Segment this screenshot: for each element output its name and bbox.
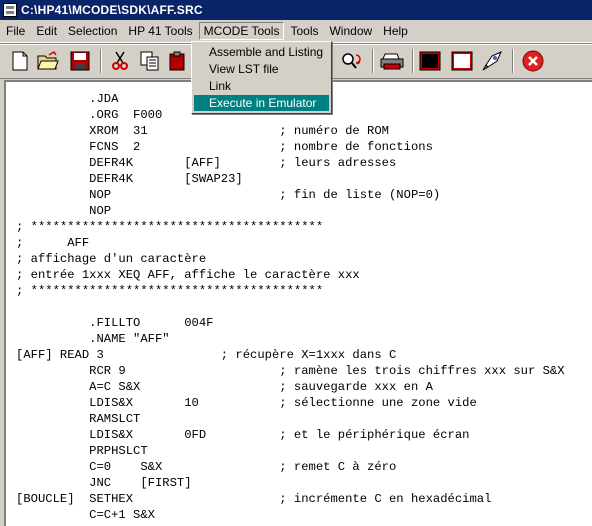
menu-item-assemble-and-listing[interactable]: Assemble and Listing (194, 44, 329, 60)
paste-icon[interactable] (166, 49, 190, 73)
code-line: ; AFF (16, 236, 90, 250)
menu-item-execute-in-emulator[interactable]: Execute in Emulator (194, 95, 329, 111)
title-bar: C:\HP41\MCODE\SDK\AFF.SRC (0, 0, 592, 20)
menu-selection[interactable]: Selection (63, 22, 122, 40)
code-line: RAMSLCT (16, 412, 141, 426)
code-line: A=C S&X ; sauvegarde xxx en A (16, 380, 433, 394)
save-icon[interactable] (68, 49, 92, 73)
toolbar-separator (100, 49, 102, 73)
mcode-tools-dropdown: Assemble and Listing View LST file Link … (191, 41, 332, 114)
code-line: .NAME "AFF" (16, 332, 170, 346)
code-line: ; **************************************… (16, 284, 324, 298)
code-line: XROM 31 ; numéro de ROM (16, 124, 389, 138)
code-line: LDIS&X 0FD ; et le périphérique écran (16, 428, 470, 442)
menu-tools[interactable]: Tools (285, 22, 323, 40)
code-line: RCR 9 ; ramène les trois chiffres xxx su… (16, 364, 565, 378)
stop-icon[interactable] (521, 49, 545, 73)
code-line: .ORG F000 (16, 108, 163, 122)
white-screen-icon[interactable] (450, 49, 474, 73)
app-icon[interactable] (3, 3, 17, 17)
menu-edit[interactable]: Edit (31, 22, 62, 40)
menu-item-link[interactable]: Link (194, 78, 329, 94)
code-line: [AFF] READ 3 ; récupère X=1xxx dans C (16, 348, 397, 362)
menu-help[interactable]: Help (378, 22, 413, 40)
code-line: ; affichage d'un caractère (16, 252, 207, 266)
code-line: C=C+1 S&X (16, 508, 155, 522)
code-line: C=0 S&X ; remet C à zéro (16, 460, 397, 474)
code-line: DEFR4K [AFF] ; leurs adresses (16, 156, 397, 170)
code-line: [BOUCLE] SETHEX ; incrémente C en hexadé… (16, 492, 492, 506)
code-line: .FILLTO 004F (16, 316, 214, 330)
cut-icon[interactable] (108, 49, 132, 73)
new-file-icon[interactable] (8, 49, 32, 73)
code-line: .JDA (16, 92, 119, 106)
code-line: DEFR4K [SWAP23] (16, 172, 243, 186)
toolbar-separator (412, 49, 414, 73)
menu-item-view-lst-file[interactable]: View LST file (194, 61, 329, 77)
code-line: ; entrée 1xxx XEQ AFF, affiche le caract… (16, 268, 360, 282)
code-line: PRPHSLCT (16, 444, 148, 458)
find-replace-icon[interactable] (340, 49, 364, 73)
code-line: LDIS&X 10 ; sélectionne une zone vide (16, 396, 477, 410)
code-line: NOP (16, 204, 112, 218)
toolbar-separator (512, 49, 514, 73)
black-screen-icon[interactable] (418, 49, 442, 73)
menu-bar: File Edit Selection HP 41 Tools MCODE To… (0, 20, 592, 43)
rocket-icon[interactable] (480, 49, 504, 73)
code-editor[interactable]: .JDA .ORG F000 XROM 31 ; numéro de ROM F… (4, 80, 592, 526)
code-line: JNC [FIRST] (16, 476, 192, 490)
code-line: FCNS 2 ; nombre de fonctions (16, 140, 433, 154)
menu-window[interactable]: Window (324, 22, 377, 40)
menu-hp41-tools[interactable]: HP 41 Tools (123, 22, 197, 40)
code-line: ; **************************************… (16, 220, 324, 234)
open-folder-icon[interactable] (36, 49, 60, 73)
menu-file[interactable]: File (1, 22, 30, 40)
code-line: NOP ; fin de liste (NOP=0) (16, 188, 441, 202)
copy-icon[interactable] (138, 49, 162, 73)
window-title: C:\HP41\MCODE\SDK\AFF.SRC (21, 3, 203, 17)
print-icon[interactable] (380, 49, 404, 73)
menu-mcode-tools[interactable]: MCODE Tools (198, 22, 285, 40)
toolbar-separator (372, 49, 374, 73)
